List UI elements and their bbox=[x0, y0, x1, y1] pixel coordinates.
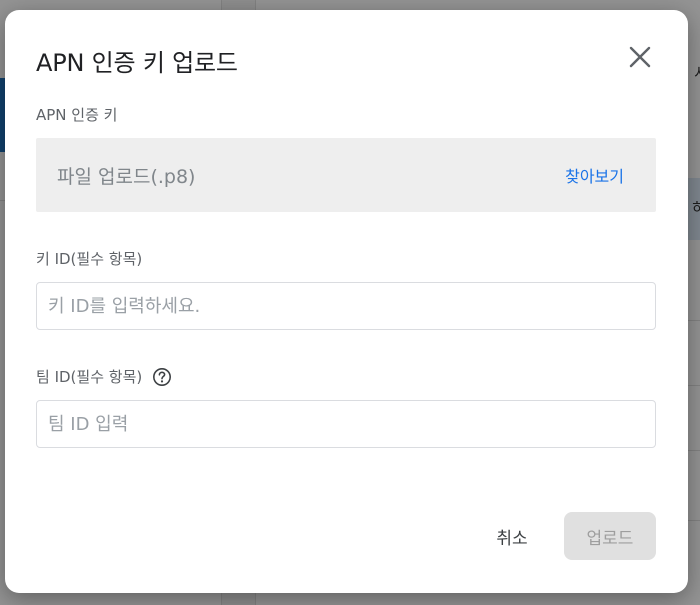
help-icon[interactable] bbox=[152, 367, 172, 387]
close-button[interactable] bbox=[625, 42, 655, 72]
browse-button[interactable]: 찾아보기 bbox=[565, 163, 624, 187]
close-icon bbox=[629, 46, 651, 68]
key-id-label: 키 ID(필수 항목) bbox=[36, 250, 143, 268]
team-id-label-row: 팀 ID(필수 항목) bbox=[36, 366, 172, 387]
upload-placeholder: 파일 업로드(.p8) bbox=[57, 165, 196, 188]
cancel-button[interactable]: 취소 bbox=[481, 512, 543, 560]
apn-key-label: APN 인증 키 bbox=[36, 106, 118, 124]
dialog-title: APN 인증 키 업로드 bbox=[36, 49, 238, 77]
team-id-label: 팀 ID(필수 항목) bbox=[36, 368, 143, 386]
upload-button[interactable]: 업로드 bbox=[564, 512, 656, 560]
team-id-input[interactable] bbox=[36, 400, 656, 448]
file-upload-dropzone[interactable]: 파일 업로드(.p8) 찾아보기 bbox=[36, 138, 656, 212]
key-id-input[interactable] bbox=[36, 282, 656, 330]
apn-upload-dialog: APN 인증 키 업로드 APN 인증 키 파일 업로드(.p8) 찾아보기 키… bbox=[5, 10, 688, 593]
